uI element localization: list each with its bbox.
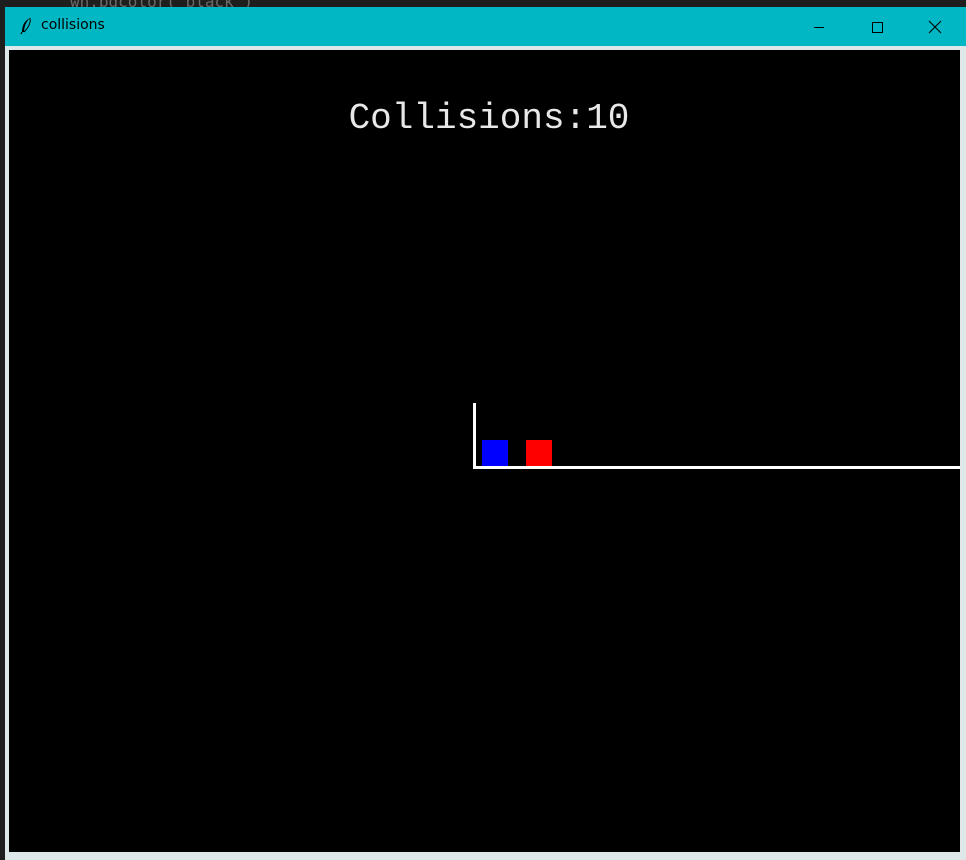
close-button[interactable] xyxy=(906,7,964,46)
collisions-window: collisions Collisions:10 xyxy=(5,7,966,860)
blue-block xyxy=(482,440,508,466)
red-block xyxy=(526,440,552,466)
close-icon xyxy=(928,20,942,33)
collisions-counter: Collisions:10 xyxy=(348,98,630,139)
turtle-canvas[interactable]: Collisions:10 xyxy=(9,50,960,852)
minimize-button[interactable] xyxy=(790,7,848,46)
window-title: collisions xyxy=(41,17,105,33)
feather-icon xyxy=(20,17,31,35)
floor-line xyxy=(473,466,960,469)
minimize-icon xyxy=(814,26,824,28)
maximize-button[interactable] xyxy=(848,7,906,46)
canvas-frame: Collisions:10 xyxy=(5,46,966,860)
title-bar[interactable]: collisions xyxy=(5,7,966,46)
maximize-icon xyxy=(872,21,883,33)
left-wall xyxy=(473,403,476,469)
